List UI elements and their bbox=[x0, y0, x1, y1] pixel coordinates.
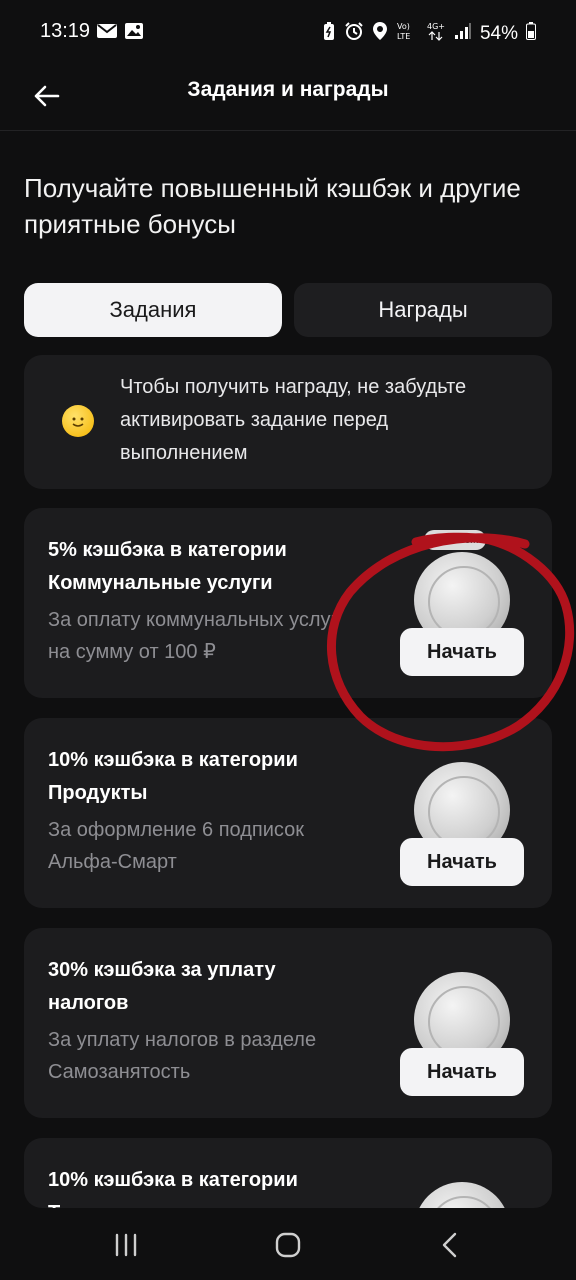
battery-saver-icon bbox=[322, 21, 336, 47]
svg-text:LTE: LTE bbox=[397, 32, 410, 41]
task-badge: 1 платёж bbox=[424, 530, 486, 550]
alarm-icon bbox=[344, 21, 364, 47]
recents-button[interactable] bbox=[106, 1228, 146, 1262]
info-banner: Чтобы получить награду, не забудьте акти… bbox=[24, 355, 552, 489]
tab-tasks[interactable]: Задания bbox=[24, 283, 282, 337]
svg-text:Vo): Vo) bbox=[397, 22, 410, 31]
mail-icon bbox=[96, 22, 118, 45]
task-card[interactable]: 10% кэшбэка в категории Такси bbox=[24, 1138, 552, 1208]
info-text: Чтобы получить награду, не забудьте акти… bbox=[120, 376, 467, 464]
task-title: 10% кэшбэка в категории Такси bbox=[48, 1169, 298, 1208]
task-description: За оплату коммунальных услуг на сумму от… bbox=[48, 609, 338, 663]
battery-percent: 54% bbox=[479, 23, 518, 44]
promo-headline: Получайте повышенный кэшбэк и другие при… bbox=[24, 173, 521, 239]
task-title: 5% кэшбэка в категории Коммунальные услу… bbox=[48, 539, 287, 594]
app-bar: Задания и награды bbox=[0, 64, 576, 131]
tab-rewards[interactable]: Награды bbox=[294, 283, 552, 337]
system-nav-bar bbox=[0, 1208, 576, 1280]
medal-icon bbox=[414, 1182, 510, 1208]
4g-icon: 4G+ bbox=[426, 20, 446, 48]
task-title: 10% кэшбэка в категории Продукты bbox=[48, 749, 298, 804]
home-icon bbox=[275, 1232, 301, 1258]
battery-icon bbox=[526, 22, 536, 46]
location-icon bbox=[372, 21, 388, 47]
recents-icon bbox=[115, 1233, 137, 1257]
start-button[interactable]: Начать bbox=[400, 1048, 524, 1096]
start-button[interactable]: Начать bbox=[400, 838, 524, 886]
task-title: 30% кэшбэка за уплату налогов bbox=[48, 959, 276, 1014]
task-card[interactable]: 5% кэшбэка в категории Коммунальные услу… bbox=[24, 508, 552, 698]
task-description: За оформление 6 подписок Альфа-Смарт bbox=[48, 819, 304, 873]
chevron-left-icon bbox=[442, 1232, 457, 1258]
task-description: За уплату налогов в разделе Самозанятост… bbox=[48, 1029, 317, 1083]
signal-icon bbox=[454, 22, 472, 46]
start-button[interactable]: Начать bbox=[400, 628, 524, 676]
smiley-icon bbox=[62, 405, 94, 437]
task-card[interactable]: 30% кэшбэка за уплату налогов За уплату … bbox=[24, 928, 552, 1118]
status-time: 13:19 bbox=[40, 20, 91, 42]
image-icon bbox=[124, 22, 144, 45]
back-nav-button[interactable] bbox=[430, 1228, 470, 1262]
task-card[interactable]: 10% кэшбэка в категории Продукты За офор… bbox=[24, 718, 552, 908]
tab-switcher: Задания Награды bbox=[24, 283, 552, 337]
status-bar: 13:19 Vo) LTE 4G+ 54% bbox=[0, 0, 576, 64]
volte-icon: Vo) LTE bbox=[396, 20, 418, 48]
svg-text:4G+: 4G+ bbox=[427, 22, 445, 31]
home-button[interactable] bbox=[268, 1228, 308, 1262]
page-title: Задания и награды bbox=[187, 78, 389, 101]
